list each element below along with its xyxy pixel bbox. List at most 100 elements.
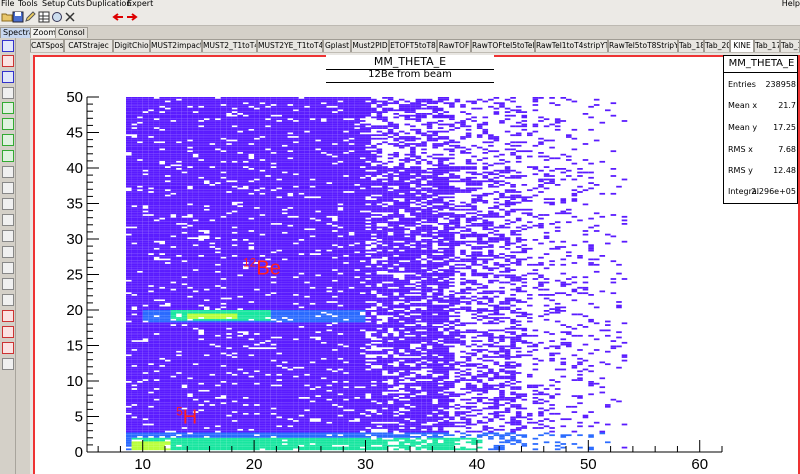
- histogram-bin: [159, 166, 165, 168]
- histogram-bin: [181, 265, 188, 268]
- histogram-bin: [198, 274, 204, 277]
- histogram-bin: [259, 366, 266, 369]
- histogram-bin: [131, 310, 138, 312]
- histogram-bin: [265, 159, 271, 161]
- histogram-bin: [204, 397, 210, 399]
- histogram-bin: [220, 134, 227, 137]
- histogram-bin: [231, 443, 238, 445]
- histogram-bin: [254, 100, 260, 103]
- histogram-bin: [131, 301, 138, 303]
- histogram-bin: [142, 200, 149, 202]
- histogram-bin: [237, 134, 243, 137]
- histogram-bin: [243, 153, 249, 156]
- histogram-bin: [265, 127, 271, 129]
- histogram-bin: [170, 347, 177, 350]
- histogram-bin: [170, 201, 177, 204]
- histogram-bin: [148, 372, 154, 374]
- histogram-bin: [265, 436, 271, 438]
- histogram-bin: [159, 102, 165, 105]
- histogram-bin: [170, 144, 177, 147]
- histogram-bin: [126, 207, 132, 209]
- histogram-bin: [248, 359, 255, 362]
- histogram-bin: [265, 164, 271, 167]
- histogram-bin: [237, 304, 243, 307]
- histogram-bin: [198, 436, 204, 438]
- histogram-bin: [137, 176, 143, 179]
- histogram-bin: [270, 388, 277, 390]
- histogram-bin: [131, 336, 138, 339]
- histogram-bin: [198, 121, 204, 124]
- histogram-bin: [248, 377, 255, 380]
- histogram-bin: [192, 313, 199, 316]
- histogram-bin: [237, 144, 243, 147]
- histogram-bin: [215, 185, 221, 188]
- histogram-bin: [181, 292, 188, 295]
- histogram-bin: [248, 361, 255, 364]
- histogram-bin: [265, 384, 271, 387]
- histogram-bin: [170, 141, 177, 144]
- histogram-bin: [137, 237, 143, 239]
- histogram-bin: [265, 255, 271, 257]
- histogram-bin: [248, 203, 255, 206]
- histogram-bin: [165, 143, 171, 145]
- histogram-bin: [270, 373, 277, 376]
- histogram-bin: [192, 381, 199, 383]
- histogram-bin: [209, 105, 216, 108]
- histogram-bin: [126, 421, 132, 424]
- histogram-bin: [181, 134, 188, 137]
- histogram-bin: [176, 436, 182, 438]
- histogram-bin: [265, 203, 271, 206]
- histogram-bin: [215, 279, 221, 282]
- histogram-bin: [198, 425, 204, 428]
- histogram-bin: [137, 253, 143, 255]
- histogram-bin: [259, 297, 266, 300]
- histogram-bin: [142, 123, 149, 126]
- histogram-bin: [126, 397, 132, 399]
- histogram-bin: [187, 357, 193, 360]
- histogram-bin: [187, 180, 193, 183]
- histogram-bin: [142, 373, 149, 376]
- histogram-bin: [131, 132, 138, 135]
- histogram-bin: [220, 414, 227, 417]
- histogram-bin: [220, 144, 227, 147]
- histogram-bin: [237, 244, 243, 247]
- histogram-bin: [198, 345, 204, 348]
- histogram-bin: [231, 230, 238, 232]
- histogram-bin: [181, 212, 188, 215]
- histogram-bin: [165, 251, 171, 254]
- histogram-bin: [215, 164, 221, 167]
- histogram-bin: [153, 281, 160, 284]
- histogram-bin: [270, 338, 277, 341]
- histogram-bin: [204, 104, 210, 106]
- histogram-bin: [198, 294, 204, 296]
- histogram-bin: [165, 247, 171, 250]
- histogram-bin: [137, 400, 143, 403]
- histogram-bin: [259, 134, 266, 137]
- histogram-bin: [153, 223, 160, 225]
- histogram-bin: [265, 104, 271, 106]
- histogram-bin: [170, 121, 177, 124]
- histogram-bin: [142, 116, 149, 119]
- histogram-bin: [270, 448, 277, 451]
- histogram-bin: [142, 159, 149, 161]
- histogram-bin: [148, 162, 154, 165]
- histogram-bin: [159, 398, 165, 401]
- histogram-bin: [148, 164, 154, 167]
- histogram-bin: [159, 226, 165, 229]
- histogram-bin: [243, 434, 249, 437]
- histogram-bin: [248, 251, 255, 254]
- histogram-bin: [187, 212, 193, 215]
- histogram-bin: [270, 187, 277, 190]
- histogram-bin: [270, 349, 277, 351]
- histogram-bin: [243, 244, 249, 247]
- histogram-bin: [243, 400, 249, 403]
- histogram-bin: [170, 352, 177, 355]
- histogram-bin: [265, 308, 271, 310]
- histogram-bin: [142, 251, 149, 254]
- histogram-bin: [226, 432, 232, 435]
- histogram-bin: [265, 402, 271, 405]
- histogram-bin: [254, 215, 260, 218]
- histogram-bin: [142, 208, 149, 211]
- histogram-bin: [159, 428, 165, 431]
- histogram-bin: [270, 127, 277, 129]
